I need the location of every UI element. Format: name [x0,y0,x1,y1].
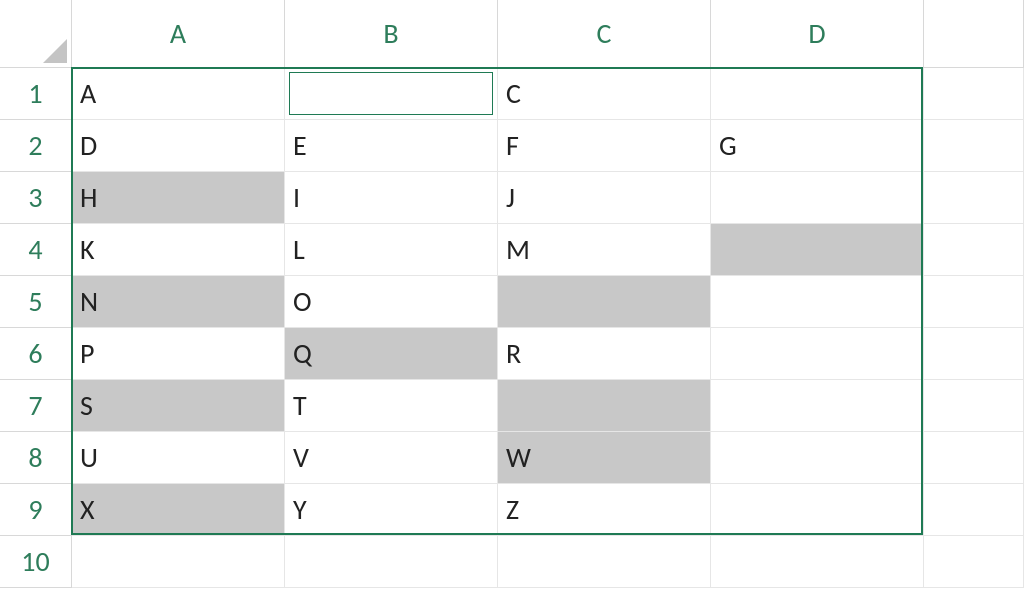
cell-D9[interactable] [711,484,924,536]
cell-D6[interactable] [711,328,924,380]
cell-B5[interactable]: O [285,276,498,328]
cell-A3[interactable]: H [72,172,285,224]
cell-C5[interactable] [498,276,711,328]
cell-C7[interactable] [498,380,711,432]
row-header-10[interactable]: 10 [0,536,72,588]
cell-A8[interactable]: U [72,432,285,484]
cell-D10[interactable] [711,536,924,588]
cell-extra-r1[interactable] [924,68,1024,120]
cell-C1[interactable]: C [498,68,711,120]
cell-B4[interactable]: L [285,224,498,276]
row-header-4[interactable]: 4 [0,224,72,276]
col-header-D[interactable]: D [711,0,924,68]
cell-B3[interactable]: I [285,172,498,224]
cell-B6[interactable]: Q [285,328,498,380]
cell-A7[interactable]: S [72,380,285,432]
row-header-2[interactable]: 2 [0,120,72,172]
cell-B8[interactable]: V [285,432,498,484]
cell-B1[interactable]: B [285,68,498,120]
cell-C6[interactable]: R [498,328,711,380]
select-all-corner[interactable] [0,0,72,68]
cell-C2[interactable]: F [498,120,711,172]
cell-A9[interactable]: X [72,484,285,536]
cell-C8[interactable]: W [498,432,711,484]
cell-D1[interactable] [711,68,924,120]
cell-extra-r6[interactable] [924,328,1024,380]
cell-D7[interactable] [711,380,924,432]
cell-A2[interactable]: D [72,120,285,172]
cell-B7[interactable]: T [285,380,498,432]
cell-A1[interactable]: A [72,68,285,120]
cell-extra-r10[interactable] [924,536,1024,588]
cell-A4[interactable]: K [72,224,285,276]
col-header-C[interactable]: C [498,0,711,68]
cell-extra-r4[interactable] [924,224,1024,276]
col-header-B[interactable]: B [285,0,498,68]
cell-D8[interactable] [711,432,924,484]
row-header-3[interactable]: 3 [0,172,72,224]
cell-extra-r2[interactable] [924,120,1024,172]
cell-B2[interactable]: E [285,120,498,172]
col-header-A[interactable]: A [72,0,285,68]
cell-B9[interactable]: Y [285,484,498,536]
row-header-6[interactable]: 6 [0,328,72,380]
row-header-8[interactable]: 8 [0,432,72,484]
cell-D2[interactable]: G [711,120,924,172]
cell-B10[interactable] [285,536,498,588]
cell-A5[interactable]: N [72,276,285,328]
cell-D3[interactable] [711,172,924,224]
cell-extra-r3[interactable] [924,172,1024,224]
cell-C3[interactable]: J [498,172,711,224]
row-header-1[interactable]: 1 [0,68,72,120]
cell-extra-r7[interactable] [924,380,1024,432]
cell-C4[interactable]: M [498,224,711,276]
row-header-5[interactable]: 5 [0,276,72,328]
cell-extra-r9[interactable] [924,484,1024,536]
cell-C9[interactable]: Z [498,484,711,536]
cell-A6[interactable]: P [72,328,285,380]
cell-extra-r8[interactable] [924,432,1024,484]
cell-D5[interactable] [711,276,924,328]
cell-C10[interactable] [498,536,711,588]
col-header-extra[interactable] [924,0,1024,68]
cell-A10[interactable] [72,536,285,588]
row-header-7[interactable]: 7 [0,380,72,432]
row-header-9[interactable]: 9 [0,484,72,536]
cell-extra-r5[interactable] [924,276,1024,328]
cell-D4[interactable] [711,224,924,276]
